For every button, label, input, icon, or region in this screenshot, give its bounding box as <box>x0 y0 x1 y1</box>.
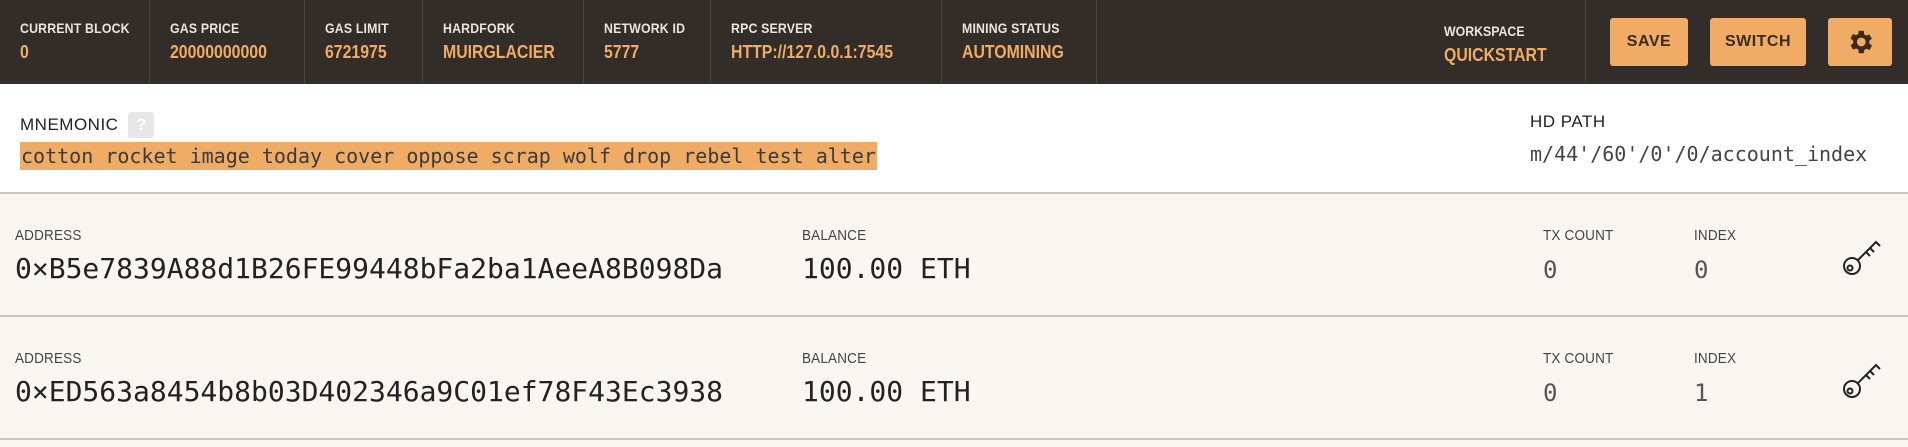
stat-hardfork: HARDFORK MUIRGLACIER <box>423 0 584 84</box>
mnemonic-label: MNEMONIC <box>20 115 119 134</box>
stat-value: HTTP://127.0.0.1:7545 <box>731 42 894 62</box>
hd-path-label: HD PATH <box>1530 112 1606 131</box>
balance-label: BALANCE <box>802 350 867 367</box>
account-address[interactable]: 0×B5e7839A88d1B26FE99448bFa2ba1AeeA8B098… <box>15 252 723 285</box>
account-balance: 100.00 ETH <box>802 252 971 285</box>
stat-label: NETWORK ID <box>604 20 686 36</box>
stat-value: 5777 <box>604 42 640 62</box>
tx-count-label: TX COUNT <box>1543 227 1614 244</box>
top-bar: CURRENT BLOCK 0 GAS PRICE 20000000000 GA… <box>0 0 1908 84</box>
mnemonic-label-group: MNEMONIC ? <box>20 112 155 138</box>
stat-label: MINING STATUS <box>962 20 1060 36</box>
account-row: ADDRESS 0×B5e7839A88d1B26FE99448bFa2ba1A… <box>0 194 1908 317</box>
hd-path-value[interactable]: m/44'/60'/0'/0/account_index <box>1530 142 1867 166</box>
gear-icon <box>1850 30 1872 54</box>
workspace-label: WORKSPACE <box>1444 22 1525 39</box>
stat-value: 20000000000 <box>170 42 267 62</box>
stat-value: 6721975 <box>325 42 387 62</box>
account-row: ADDRESS 0×ED563a8454b8b03D402346a9C01ef7… <box>0 317 1908 440</box>
stat-gas-limit: GAS LIMIT 6721975 <box>305 0 423 84</box>
tx-count-value: 0 <box>1543 256 1558 284</box>
workspace-info: WORKSPACE QUICKSTART <box>1444 23 1585 66</box>
stat-rpc-server: RPC SERVER HTTP://127.0.0.1:7545 <box>711 0 942 84</box>
stat-label: GAS LIMIT <box>325 20 389 36</box>
workspace-name: QUICKSTART <box>1444 44 1547 65</box>
address-label: ADDRESS <box>15 350 82 367</box>
stat-label: CURRENT BLOCK <box>20 20 130 36</box>
stat-value: 0 <box>20 42 29 62</box>
stat-label: GAS PRICE <box>170 20 240 36</box>
key-icon[interactable] <box>1840 357 1884 401</box>
index-label: INDEX <box>1694 350 1737 367</box>
tx-count-label: TX COUNT <box>1543 350 1614 367</box>
balance-label: BALANCE <box>802 227 867 244</box>
stat-gas-price: GAS PRICE 20000000000 <box>150 0 305 84</box>
stat-current-block: CURRENT BLOCK 0 <box>0 0 150 84</box>
index-value: 0 <box>1694 256 1709 284</box>
index-value: 1 <box>1694 379 1709 407</box>
settings-button[interactable] <box>1828 18 1892 66</box>
address-label: ADDRESS <box>15 227 82 244</box>
stat-label: HARDFORK <box>443 20 515 36</box>
divider <box>1585 0 1586 84</box>
mnemonic-phrase[interactable]: cotton rocket image today cover oppose s… <box>20 142 877 170</box>
index-label: INDEX <box>1694 227 1737 244</box>
tx-count-value: 0 <box>1543 379 1558 407</box>
stat-mining-status: MINING STATUS AUTOMINING <box>942 0 1097 84</box>
stat-label: RPC SERVER <box>731 20 813 36</box>
key-icon[interactable] <box>1840 234 1884 278</box>
save-button[interactable]: SAVE <box>1610 18 1688 66</box>
help-icon[interactable]: ? <box>128 112 155 138</box>
stat-value: AUTOMINING <box>962 42 1064 62</box>
switch-button[interactable]: SWITCH <box>1710 18 1806 66</box>
stat-network-id: NETWORK ID 5777 <box>584 0 711 84</box>
stat-value: MUIRGLACIER <box>443 42 555 62</box>
workspace-controls: WORKSPACE QUICKSTART SAVE SWITCH <box>1444 0 1908 84</box>
mnemonic-panel: MNEMONIC ? cotton rocket image today cov… <box>0 84 1908 194</box>
account-address[interactable]: 0×ED563a8454b8b03D402346a9C01ef78F43Ec39… <box>15 375 723 408</box>
account-balance: 100.00 ETH <box>802 375 971 408</box>
